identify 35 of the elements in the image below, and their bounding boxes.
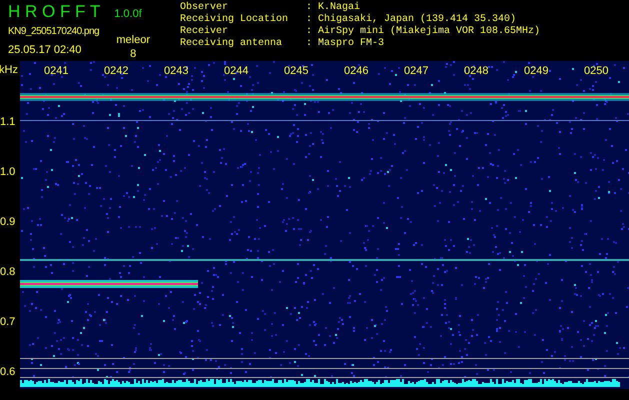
axis-tick-label: 0.7 [0,316,16,330]
info-value: Maspro FM-3 [318,38,384,50]
time-label: 0246 [344,64,370,76]
info-separator: : [306,26,314,38]
file-name: KN9_2505170240.png [8,24,100,38]
app-title: H R O F F T [8,2,100,22]
axis-tick-label: 0.8 [0,266,16,280]
info-value: Chigasaki, Japan (139.414 35.340) [318,14,516,26]
axis-tick-label: 0.6 [0,366,16,380]
info-label: Receiver [180,26,230,38]
info-label: Receiving Location [180,14,290,26]
axis-tick-label: 1.0 [0,166,16,180]
info-separator: : [306,14,314,26]
count-value: 8 [130,46,136,60]
time-label: 0250 [584,64,610,76]
time-label: 0243 [164,64,190,76]
date-time: 25.05.17 02:40 [8,42,82,56]
info-label: Receiving antenna [180,38,284,50]
axis-tick-label: 0.9 [0,216,16,230]
time-label: 0247 [404,64,430,76]
time-label: 0248 [464,64,490,76]
time-label: 0245 [284,64,310,76]
mode-label: meleor [116,32,150,46]
axis-unit-label: kHz [0,62,19,78]
info-value: K.Nagai [318,2,360,14]
axis-tick-label: 1.1 [0,116,16,130]
time-label: 0242 [104,64,130,76]
info-separator: : [306,38,314,50]
version-label: 1.0.0f [114,7,142,22]
time-label: 0249 [524,64,550,76]
info-separator: : [306,2,314,14]
info-value: AirSpy mini (Miakejima VOR 108.65MHz) [318,26,540,38]
time-label: 0241 [44,64,70,76]
time-label: 0244 [224,64,250,76]
info-label: Observer [180,2,230,14]
